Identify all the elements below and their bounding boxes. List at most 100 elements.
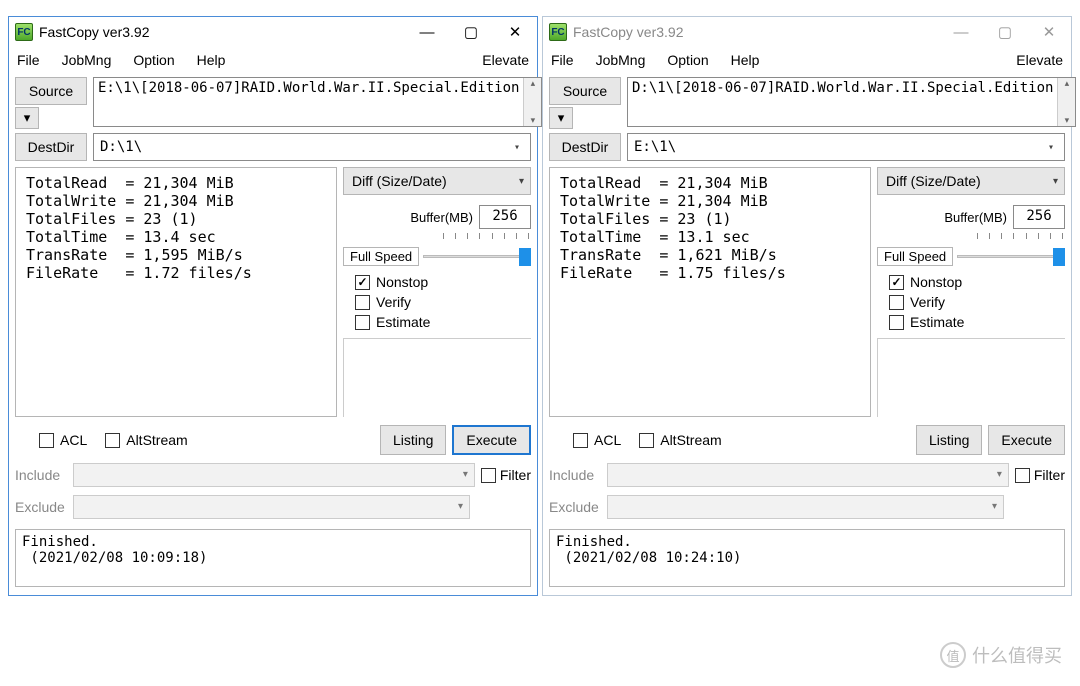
chevron-down-icon[interactable]: ▾ bbox=[1042, 138, 1060, 156]
checkbox-icon[interactable] bbox=[481, 468, 496, 483]
estimate-checkbox[interactable]: Estimate bbox=[889, 314, 1065, 330]
fastcopy-window-right: FC FastCopy ver3.92 — ▢ ✕ File JobMng Op… bbox=[542, 16, 1072, 596]
checkbox-icon[interactable] bbox=[355, 315, 370, 330]
watermark-icon: 值 bbox=[940, 642, 966, 668]
source-history-dropdown[interactable]: ▾ bbox=[15, 107, 39, 129]
source-value[interactable]: D:\1\[2018-06-07]RAID.World.War.II.Speci… bbox=[628, 78, 1057, 126]
mode-select[interactable]: Diff (Size/Date) ▾ bbox=[877, 167, 1065, 195]
source-value[interactable]: E:\1\[2018-06-07]RAID.World.War.II.Speci… bbox=[94, 78, 523, 126]
destdir-button[interactable]: DestDir bbox=[549, 133, 621, 161]
minimize-button[interactable]: — bbox=[405, 17, 449, 47]
close-button[interactable]: ✕ bbox=[1027, 17, 1071, 47]
altstream-checkbox[interactable]: AltStream bbox=[639, 432, 721, 448]
destdir-value[interactable]: E:\1\ bbox=[634, 139, 676, 155]
chevron-down-icon[interactable]: ▾ bbox=[463, 469, 468, 480]
nonstop-checkbox[interactable]: Nonstop bbox=[355, 274, 531, 290]
execute-button[interactable]: Execute bbox=[452, 425, 531, 455]
checkbox-icon[interactable] bbox=[889, 315, 904, 330]
execute-button[interactable]: Execute bbox=[988, 425, 1065, 455]
acl-checkbox[interactable]: ACL bbox=[573, 432, 621, 448]
slider-thumb[interactable] bbox=[1053, 248, 1065, 266]
close-button[interactable]: ✕ bbox=[493, 17, 537, 47]
maximize-button[interactable]: ▢ bbox=[983, 17, 1027, 47]
buffer-input[interactable]: 256 bbox=[479, 205, 531, 229]
listing-button[interactable]: Listing bbox=[916, 425, 982, 455]
buffer-input[interactable]: 256 bbox=[1013, 205, 1065, 229]
stats-panel: TotalRead = 21,304 MiB TotalWrite = 21,3… bbox=[549, 167, 871, 417]
estimate-checkbox[interactable]: Estimate bbox=[355, 314, 531, 330]
acl-checkbox[interactable]: ACL bbox=[39, 432, 87, 448]
titlebar[interactable]: FC FastCopy ver3.92 — ▢ ✕ bbox=[543, 17, 1071, 47]
include-input[interactable]: ▾ bbox=[73, 463, 475, 487]
destdir-value[interactable]: D:\1\ bbox=[100, 139, 142, 155]
menu-help[interactable]: Help bbox=[197, 52, 226, 68]
verify-checkbox[interactable]: Verify bbox=[889, 294, 1065, 310]
checkbox-icon[interactable] bbox=[355, 295, 370, 310]
checkbox-icon[interactable] bbox=[1015, 468, 1030, 483]
destdir-input[interactable]: E:\1\ ▾ bbox=[627, 133, 1065, 161]
titlebar[interactable]: FC FastCopy ver3.92 — ▢ ✕ bbox=[9, 17, 537, 47]
menu-jobmng[interactable]: JobMng bbox=[62, 52, 112, 68]
mode-value: Diff (Size/Date) bbox=[352, 173, 447, 189]
minimize-button[interactable]: — bbox=[939, 17, 983, 47]
filter-checkbox[interactable]: Filter bbox=[1015, 467, 1065, 483]
checkbox-icon[interactable] bbox=[105, 433, 120, 448]
mode-value: Diff (Size/Date) bbox=[886, 173, 981, 189]
chevron-down-icon[interactable]: ▾ bbox=[992, 501, 997, 512]
source-button[interactable]: Source bbox=[549, 77, 621, 105]
menu-help[interactable]: Help bbox=[731, 52, 760, 68]
menu-elevate[interactable]: Elevate bbox=[482, 52, 529, 68]
menu-file[interactable]: File bbox=[17, 52, 40, 68]
window-title: FastCopy ver3.92 bbox=[39, 24, 405, 40]
log-output: Finished. (2021/02/08 10:09:18) bbox=[15, 529, 531, 587]
slider-thumb[interactable] bbox=[519, 248, 531, 266]
checkbox-icon[interactable] bbox=[639, 433, 654, 448]
source-history-dropdown[interactable]: ▾ bbox=[549, 107, 573, 129]
mode-select[interactable]: Diff (Size/Date) ▾ bbox=[343, 167, 531, 195]
checkbox-icon[interactable] bbox=[889, 275, 904, 290]
checkbox-icon[interactable] bbox=[889, 295, 904, 310]
watermark-text: 什么值得买 bbox=[972, 642, 1062, 668]
source-scrollbar[interactable]: ▴▾ bbox=[523, 78, 541, 126]
exclude-input[interactable]: ▾ bbox=[607, 495, 1004, 519]
menu-file[interactable]: File bbox=[551, 52, 574, 68]
menu-option[interactable]: Option bbox=[667, 52, 708, 68]
exclude-label: Exclude bbox=[15, 499, 67, 515]
destdir-input[interactable]: D:\1\ ▾ bbox=[93, 133, 531, 161]
chevron-down-icon[interactable]: ▾ bbox=[997, 469, 1002, 480]
chevron-down-icon[interactable]: ▾ bbox=[508, 138, 526, 156]
chevron-down-icon[interactable]: ▾ bbox=[519, 176, 524, 187]
speed-label: Full Speed bbox=[343, 247, 419, 266]
menu-jobmng[interactable]: JobMng bbox=[596, 52, 646, 68]
menu-elevate[interactable]: Elevate bbox=[1016, 52, 1063, 68]
source-input[interactable]: E:\1\[2018-06-07]RAID.World.War.II.Speci… bbox=[93, 77, 542, 127]
buffer-label: Buffer(MB) bbox=[410, 210, 473, 225]
filter-checkbox[interactable]: Filter bbox=[481, 467, 531, 483]
destdir-button[interactable]: DestDir bbox=[15, 133, 87, 161]
menubar: File JobMng Option Help Elevate bbox=[543, 47, 1071, 73]
listing-button[interactable]: Listing bbox=[380, 425, 446, 455]
speed-slider[interactable] bbox=[423, 249, 531, 265]
checkbox-icon[interactable] bbox=[39, 433, 54, 448]
menu-option[interactable]: Option bbox=[133, 52, 174, 68]
exclude-label: Exclude bbox=[549, 499, 601, 515]
include-label: Include bbox=[15, 467, 67, 483]
verify-checkbox[interactable]: Verify bbox=[355, 294, 531, 310]
buffer-label: Buffer(MB) bbox=[944, 210, 1007, 225]
source-button[interactable]: Source bbox=[15, 77, 87, 105]
include-input[interactable]: ▾ bbox=[607, 463, 1009, 487]
checkbox-icon[interactable] bbox=[573, 433, 588, 448]
chevron-down-icon[interactable]: ▾ bbox=[458, 501, 463, 512]
source-input[interactable]: D:\1\[2018-06-07]RAID.World.War.II.Speci… bbox=[627, 77, 1076, 127]
checkbox-icon[interactable] bbox=[355, 275, 370, 290]
exclude-input[interactable]: ▾ bbox=[73, 495, 470, 519]
source-scrollbar[interactable]: ▴▾ bbox=[1057, 78, 1075, 126]
stats-panel: TotalRead = 21,304 MiB TotalWrite = 21,3… bbox=[15, 167, 337, 417]
speed-slider[interactable] bbox=[957, 249, 1065, 265]
altstream-checkbox[interactable]: AltStream bbox=[105, 432, 187, 448]
app-icon: FC bbox=[15, 23, 33, 41]
fastcopy-window-left: FC FastCopy ver3.92 — ▢ ✕ File JobMng Op… bbox=[8, 16, 538, 596]
chevron-down-icon[interactable]: ▾ bbox=[1053, 176, 1058, 187]
nonstop-checkbox[interactable]: Nonstop bbox=[889, 274, 1065, 290]
maximize-button[interactable]: ▢ bbox=[449, 17, 493, 47]
